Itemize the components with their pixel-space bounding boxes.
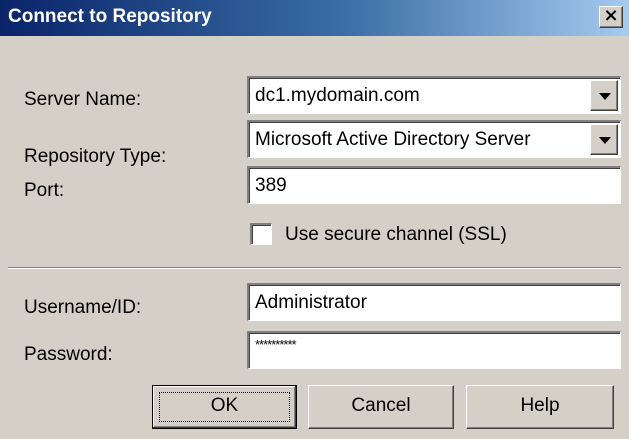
port-input[interactable]: 389 — [247, 166, 621, 204]
cancel-button[interactable]: Cancel — [308, 385, 454, 429]
separator — [8, 267, 621, 269]
password-input[interactable]: ********** — [247, 331, 621, 369]
ok-button[interactable]: OK — [152, 385, 297, 429]
server-name-dropdown-button[interactable] — [590, 80, 618, 111]
connect-to-repository-dialog: Connect to Repository × Server Name: dc1… — [0, 0, 629, 439]
server-name-value: dc1.mydomain.com — [255, 85, 420, 106]
repository-type-dropdown-button[interactable] — [590, 124, 618, 155]
repository-type-label: Repository Type: — [24, 146, 167, 167]
chevron-down-icon — [599, 137, 611, 144]
title-bar[interactable]: Connect to Repository × — [0, 0, 629, 36]
repository-type-value: Microsoft Active Directory Server — [255, 129, 531, 150]
username-input[interactable]: Administrator — [247, 283, 621, 321]
port-value: 389 — [255, 175, 287, 196]
username-value: Administrator — [255, 292, 367, 313]
help-button-label: Help — [520, 395, 560, 416]
close-icon: × — [603, 5, 619, 26]
focus-indicator — [159, 392, 290, 422]
repository-type-dropdown[interactable]: Microsoft Active Directory Server — [247, 120, 621, 158]
cancel-button-label: Cancel — [351, 395, 411, 416]
dialog-title: Connect to Repository — [8, 6, 212, 27]
server-name-label: Server Name: — [24, 89, 142, 110]
password-value: ********** — [255, 337, 297, 352]
username-label: Username/ID: — [24, 297, 142, 318]
close-button[interactable]: × — [599, 5, 623, 28]
help-button[interactable]: Help — [466, 385, 614, 429]
ssl-checkbox[interactable] — [250, 223, 272, 245]
server-name-dropdown[interactable]: dc1.mydomain.com — [247, 76, 621, 114]
chevron-down-icon — [599, 93, 611, 100]
ssl-checkbox-label[interactable]: Use secure channel (SSL) — [285, 224, 507, 246]
port-label: Port: — [24, 180, 65, 201]
password-label: Password: — [24, 344, 113, 365]
